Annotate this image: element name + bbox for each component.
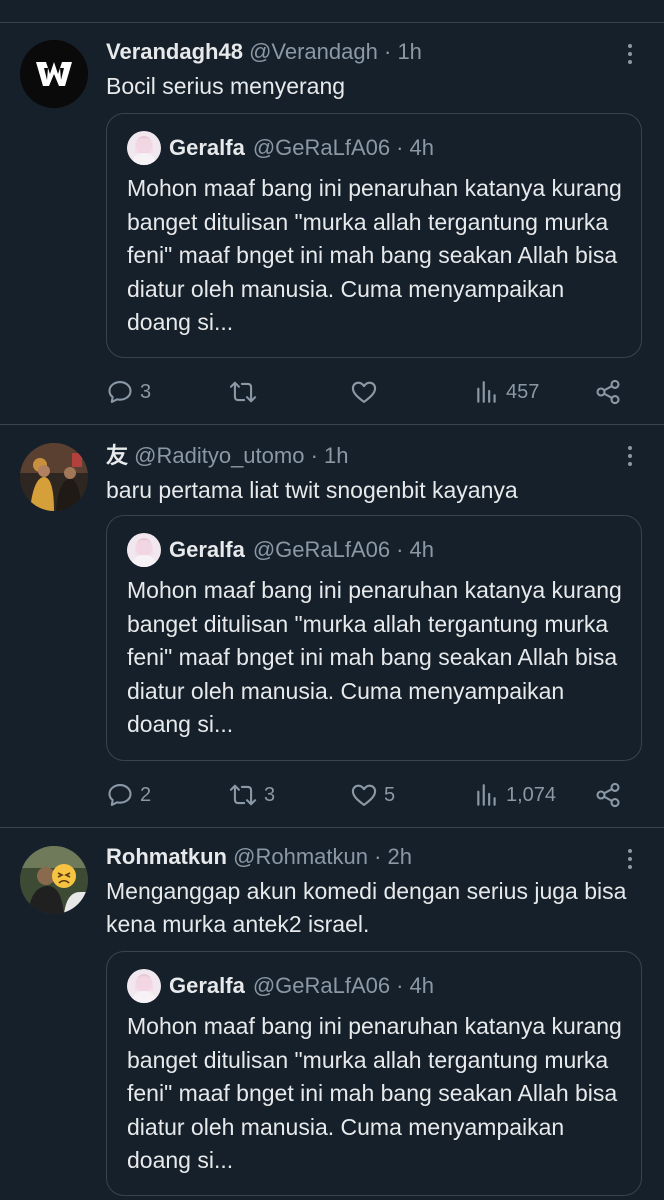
avatar[interactable] — [20, 846, 88, 914]
quoted-timestamp: 4h — [409, 973, 434, 998]
reply-count: 2 — [140, 783, 152, 806]
display-name[interactable]: 友 — [106, 443, 128, 468]
timestamp[interactable]: 1h — [324, 443, 348, 468]
avatar — [127, 969, 161, 1003]
reply-icon — [108, 381, 132, 403]
views-button[interactable]: 1,074 — [474, 777, 556, 813]
handle[interactable]: @Rohmatkun — [233, 844, 368, 869]
share-icon — [596, 782, 620, 808]
quoted-tweet[interactable]: Geralfa @GeRaLfA06 · 4h Mohon maaf bang … — [106, 515, 642, 761]
retweet-icon — [229, 381, 257, 403]
avatar-photo-icon — [20, 443, 88, 511]
timestamp[interactable]: 2h — [388, 844, 412, 869]
display-name[interactable]: Verandagh48 — [106, 39, 243, 64]
retweet-count: 3 — [264, 783, 276, 806]
quoted-tweet[interactable]: Geralfa @GeRaLfA06 · 4h Mohon maaf bang … — [106, 113, 642, 358]
tweet-header: 友 @Radityo_utomo · 1h — [106, 442, 349, 470]
avatar — [127, 533, 161, 567]
quoted-display-name: Geralfa — [169, 973, 245, 998]
quoted-handle: @GeRaLfA06 — [252, 973, 391, 998]
quoted-tweet-header: Geralfa @GeRaLfA06 · 4h — [127, 968, 434, 1004]
quoted-tweet-text: Mohon maaf bang ini penaruhan katanya ku… — [127, 577, 622, 737]
tweet[interactable]: 友 @Radityo_utomo · 1h baru pertama liat … — [0, 425, 664, 827]
share-icon — [596, 379, 620, 405]
view-count: 457 — [506, 380, 540, 403]
quoted-tweet[interactable]: Geralfa @GeRaLfA06 · 4h Mohon maaf bang … — [106, 951, 642, 1196]
avatar-photo-icon — [127, 131, 161, 165]
tweet-actions: 2 3 5 1,074 — [106, 777, 646, 813]
like-button[interactable] — [350, 374, 384, 410]
share-button[interactable] — [594, 374, 622, 410]
like-button[interactable]: 5 — [350, 777, 395, 813]
display-name[interactable]: Rohmatkun — [106, 844, 227, 869]
heart-icon — [351, 381, 377, 403]
share-button[interactable] — [594, 777, 622, 813]
quoted-handle: @GeRaLfA06 — [252, 537, 391, 562]
tweet-text: Bocil serius menyerang — [106, 73, 346, 99]
quoted-tweet-header: Geralfa @GeRaLfA06 · 4h — [127, 532, 434, 568]
quoted-tweet-text: Mohon maaf bang ini penaruhan katanya ku… — [127, 175, 622, 335]
retweet-button[interactable] — [228, 374, 264, 410]
tweet[interactable]: Rohmatkun @Rohmatkun · 2h Menganggap aku… — [0, 828, 664, 1200]
quoted-display-name: Geralfa — [169, 537, 245, 562]
retweet-icon — [229, 784, 257, 806]
separator: · — [396, 973, 404, 998]
reply-icon — [108, 784, 132, 806]
tweet-text: baru pertama liat twit snogenbit kayanya — [106, 477, 518, 503]
view-count: 1,074 — [506, 783, 557, 806]
tweet-header: Rohmatkun @Rohmatkun · 2h — [106, 843, 412, 871]
timestamp[interactable]: 1h — [397, 39, 421, 64]
avatar[interactable] — [20, 443, 88, 511]
tweet-header: Verandagh48 @Verandagh · 1h — [106, 38, 422, 66]
tweet-actions: 3 457 — [106, 374, 646, 410]
tweet[interactable]: Verandagh48 @Verandagh · 1h Bocil serius… — [0, 0, 664, 424]
like-count: 5 — [384, 783, 396, 806]
separator: · — [374, 844, 382, 869]
more-icon[interactable] — [620, 845, 640, 873]
separator: · — [310, 443, 318, 468]
separator: · — [396, 537, 404, 562]
more-icon[interactable] — [620, 40, 640, 68]
views-icon — [477, 784, 496, 806]
quoted-tweet-text: Mohon maaf bang ini penaruhan katanya ku… — [127, 1013, 622, 1173]
views-icon — [477, 381, 496, 403]
quoted-timestamp: 4h — [409, 135, 434, 160]
quoted-tweet-header: Geralfa @GeRaLfA06 · 4h — [127, 130, 434, 166]
reply-button[interactable]: 3 — [106, 374, 151, 410]
retweet-button[interactable]: 3 — [228, 777, 275, 813]
quoted-display-name: Geralfa — [169, 135, 245, 160]
reply-count: 3 — [140, 380, 152, 403]
avatar-photo-icon — [127, 533, 161, 567]
quoted-handle: @GeRaLfA06 — [252, 135, 391, 160]
separator: · — [383, 39, 392, 64]
quoted-timestamp: 4h — [409, 537, 434, 562]
avatar[interactable] — [20, 40, 88, 108]
predator-logo-icon — [20, 40, 88, 108]
tweet-text: Menganggap akun komedi dengan serius jug… — [106, 878, 627, 937]
handle[interactable]: @Verandagh — [249, 39, 378, 64]
more-icon[interactable] — [620, 442, 640, 470]
heart-icon — [351, 784, 377, 806]
avatar — [127, 131, 161, 165]
avatar-photo-icon — [127, 969, 161, 1003]
views-button[interactable]: 457 — [474, 374, 539, 410]
reply-button[interactable]: 2 — [106, 777, 151, 813]
separator: · — [396, 135, 404, 160]
avatar-photo-icon — [20, 846, 88, 914]
handle[interactable]: @Radityo_utomo — [134, 443, 304, 468]
